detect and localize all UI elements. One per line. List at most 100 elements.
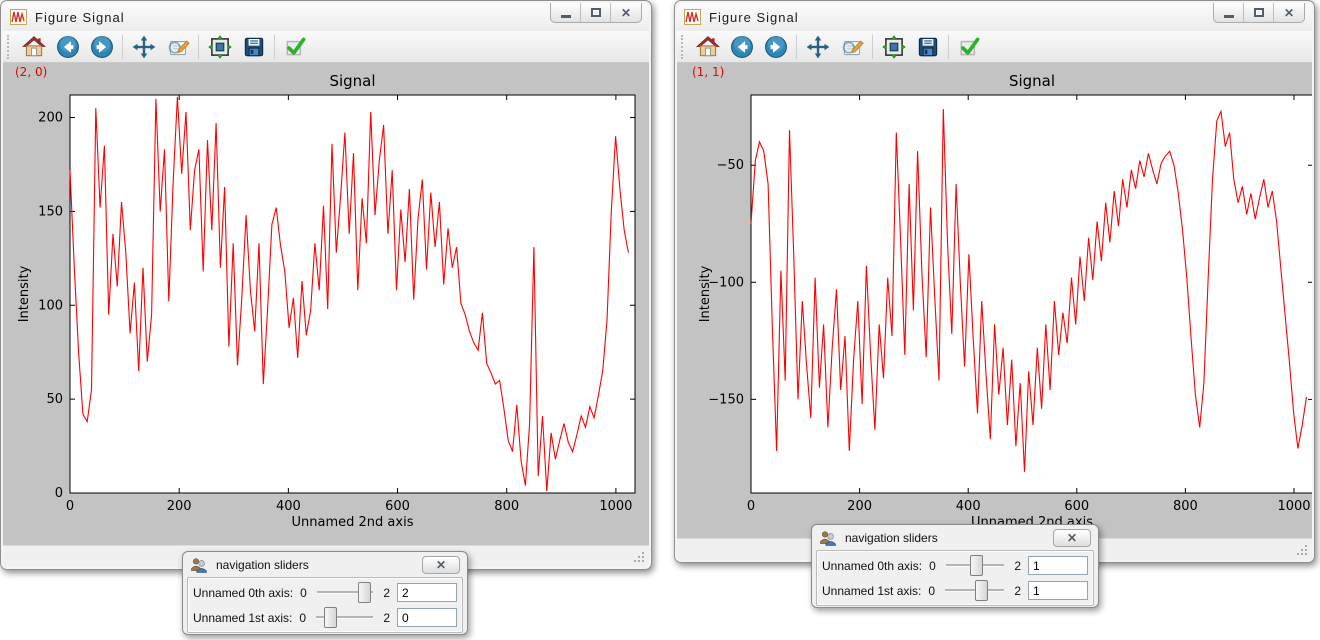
forward-button[interactable] (760, 33, 791, 61)
maximize-button[interactable] (581, 3, 611, 22)
slider-track[interactable] (945, 589, 1004, 592)
toolbar-grip[interactable] (681, 35, 687, 59)
minimize-button[interactable] (1214, 3, 1244, 22)
minimize-button[interactable] (551, 3, 581, 22)
dialog-body: Unnamed 0th axis: 0 2 Unnamed 1st axis: … (187, 577, 463, 633)
slider-track[interactable] (317, 591, 374, 594)
slider-value-input[interactable] (1028, 556, 1088, 575)
minimize-icon (561, 15, 571, 18)
dialog-close-button[interactable]: ✕ (422, 556, 460, 574)
slider-max: 2 (381, 586, 392, 600)
back-button[interactable] (726, 33, 757, 61)
svg-text:Unnamed 2nd axis: Unnamed 2nd axis (292, 515, 414, 530)
slider-min: 0 (298, 586, 309, 600)
toolbar (677, 31, 1312, 63)
slider-label: Unnamed 1st axis: (193, 611, 292, 625)
figure-window-right: Figure Signal ✕ (1, 1) 02004006008001000… (674, 0, 1315, 563)
save-button[interactable] (912, 33, 943, 61)
navigation-sliders-dialog-left: navigation sliders ✕ Unnamed 0th axis: 0… (182, 551, 468, 635)
edit-plot-icon (839, 34, 865, 60)
pan-button[interactable] (802, 33, 833, 61)
slider-handle[interactable] (970, 555, 983, 576)
svg-text:Signal: Signal (329, 72, 375, 90)
dialog-titlebar[interactable]: navigation sliders ✕ (183, 552, 467, 577)
svg-text:800: 800 (1173, 499, 1198, 514)
pan-icon (805, 34, 831, 60)
toolbar-separator (796, 35, 797, 59)
configure-subplots-button[interactable] (878, 33, 909, 61)
signal-plot[interactable]: 02004006008001000−50−100−150SignalUnname… (677, 63, 1312, 538)
slider-max: 2 (381, 611, 392, 625)
check-icon (957, 34, 983, 60)
forward-icon (763, 34, 789, 60)
window-title: Figure Signal (35, 10, 125, 25)
app-icon (684, 9, 701, 25)
slider-row-0th-axis: Unnamed 0th axis: 0 2 (822, 553, 1088, 578)
edit-plot-button[interactable] (836, 33, 867, 61)
configure-subplots-button[interactable] (204, 33, 235, 61)
close-button[interactable]: ✕ (1274, 3, 1304, 22)
slider-value-input[interactable] (397, 583, 457, 602)
slider-label: Unnamed 0th axis: (193, 586, 293, 600)
save-icon (915, 34, 941, 60)
resize-grip[interactable] (1296, 544, 1309, 557)
slider-label: Unnamed 0th axis: (822, 559, 922, 573)
desktop: Figure Signal ✕ (2, 0) 02004006008001000… (0, 0, 1320, 640)
home-button[interactable] (692, 33, 723, 61)
apply-button[interactable] (954, 33, 985, 61)
close-button[interactable]: ✕ (611, 3, 641, 22)
edit-plot-icon (165, 34, 191, 60)
svg-text:600: 600 (1064, 499, 1089, 514)
titlebar[interactable]: Figure Signal ✕ (677, 3, 1312, 31)
toolbar-separator (198, 35, 199, 59)
slider-track[interactable] (316, 616, 373, 619)
svg-text:−50: −50 (717, 158, 744, 173)
back-button[interactable] (52, 33, 83, 61)
dialog-title: navigation sliders (216, 558, 309, 572)
svg-text:400: 400 (276, 499, 301, 514)
home-icon (695, 34, 721, 60)
svg-text:−100: −100 (708, 275, 744, 290)
resize-grip[interactable] (633, 551, 646, 564)
figure-window-left: Figure Signal ✕ (2, 0) 02004006008001000… (0, 0, 652, 570)
titlebar[interactable]: Figure Signal ✕ (3, 3, 649, 31)
svg-text:200: 200 (38, 111, 63, 126)
home-icon (21, 34, 47, 60)
slider-min: 0 (297, 611, 308, 625)
pan-button[interactable] (128, 33, 159, 61)
svg-text:Signal: Signal (1009, 72, 1055, 90)
slider-value-input[interactable] (397, 608, 457, 627)
slider-row-0th-axis: Unnamed 0th axis: 0 2 (193, 580, 457, 605)
home-button[interactable] (18, 33, 49, 61)
svg-text:1000: 1000 (1277, 499, 1310, 514)
slider-max: 2 (1012, 584, 1023, 598)
toolbar-grip[interactable] (7, 35, 13, 59)
apply-button[interactable] (280, 33, 311, 61)
svg-text:Intensity: Intensity (698, 265, 713, 322)
save-button[interactable] (238, 33, 269, 61)
minimize-icon (1224, 15, 1234, 18)
maximize-button[interactable] (1244, 3, 1274, 22)
svg-text:1000: 1000 (599, 499, 632, 514)
close-icon: ✕ (436, 558, 446, 572)
slider-handle[interactable] (324, 607, 337, 628)
signal-plot[interactable]: 02004006008001000050100150200SignalUnnam… (3, 63, 649, 545)
figure-canvas[interactable]: (1, 1) 02004006008001000−50−100−150Signa… (677, 63, 1312, 538)
forward-button[interactable] (86, 33, 117, 61)
slider-handle[interactable] (975, 580, 988, 601)
forward-icon (89, 34, 115, 60)
dialog-titlebar[interactable]: navigation sliders ✕ (812, 525, 1098, 550)
svg-text:100: 100 (38, 298, 63, 313)
slider-min: 0 (927, 559, 938, 573)
svg-text:0: 0 (66, 499, 74, 514)
dialog-close-button[interactable]: ✕ (1053, 529, 1091, 547)
slider-track[interactable] (946, 564, 1005, 567)
toolbar-separator (274, 35, 275, 59)
slider-handle[interactable] (358, 582, 371, 603)
slider-value-input[interactable] (1028, 581, 1088, 600)
figure-canvas[interactable]: (2, 0) 02004006008001000050100150200Sign… (3, 63, 649, 545)
edit-plot-button[interactable] (162, 33, 193, 61)
window-controls: ✕ (550, 3, 642, 23)
slider-label: Unnamed 1st axis: (822, 584, 921, 598)
slider-row-1st-axis: Unnamed 1st axis: 0 2 (822, 578, 1088, 603)
